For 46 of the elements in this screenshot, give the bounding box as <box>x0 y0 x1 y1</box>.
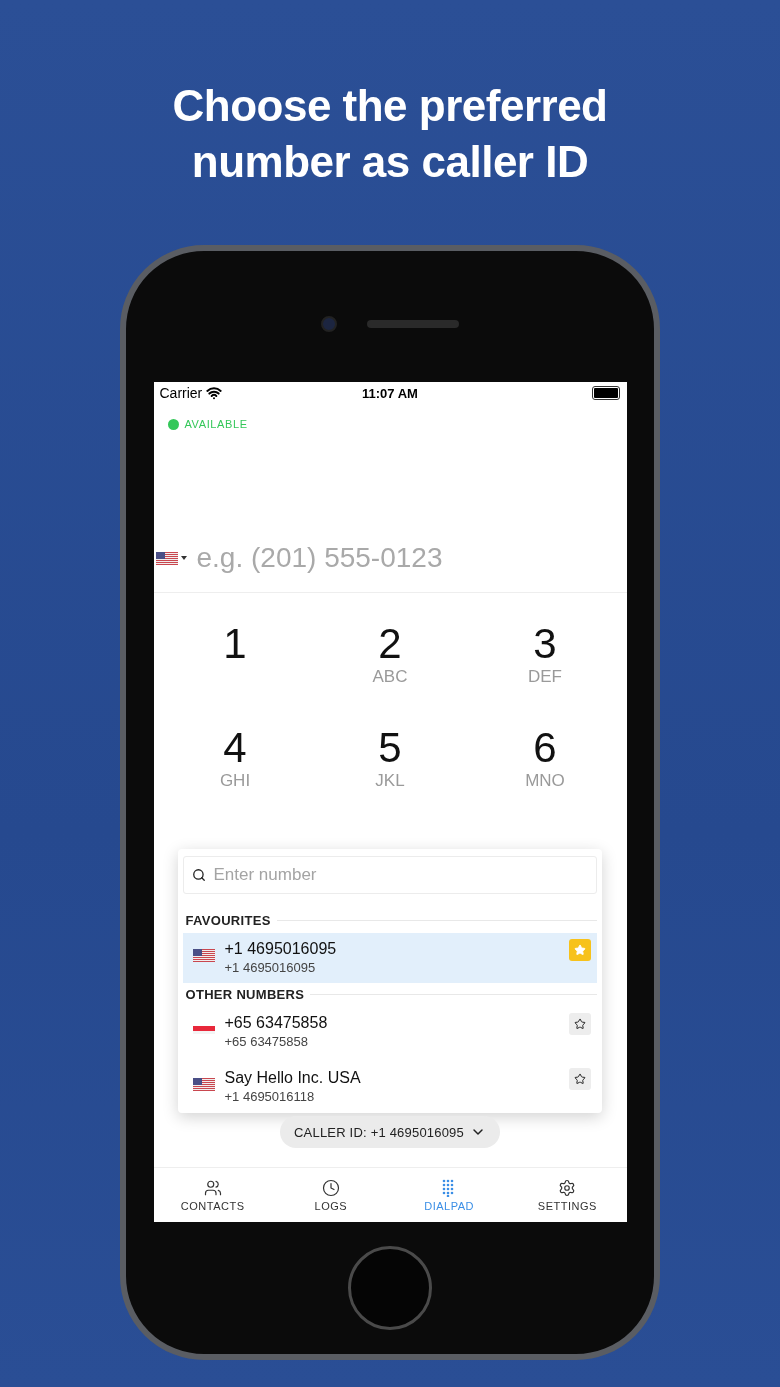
dial-key[interactable]: 3 DEF <box>467 621 623 725</box>
number-value: +1 4695016095 <box>224 960 317 975</box>
tab[interactable]: CONTACTS <box>153 1168 272 1222</box>
battery-icon <box>592 386 621 400</box>
country-picker[interactable] <box>155 551 187 565</box>
settings-icon <box>558 1178 577 1197</box>
favourite-button[interactable] <box>568 1068 591 1090</box>
clock-icon <box>321 1178 340 1197</box>
number-row[interactable]: +1 4695016095 +1 4695016095 <box>182 933 597 983</box>
caret-icon <box>180 556 187 560</box>
tab[interactable]: SETTINGS <box>508 1168 627 1222</box>
carrier-label: Carrier <box>159 385 203 401</box>
number-name: Say Hello Inc. USA <box>224 1069 362 1087</box>
dial-key[interactable]: 5 JKL <box>312 725 468 829</box>
dial-key[interactable]: 6 MNO <box>467 725 623 829</box>
dial-key[interactable]: 4 GHI <box>157 725 313 829</box>
search-icon <box>191 868 206 882</box>
flag-icon <box>192 949 215 962</box>
star-icon <box>573 1018 586 1030</box>
people-icon <box>203 1178 222 1197</box>
status-label: AVAILABLE <box>184 418 248 430</box>
speaker-icon <box>367 319 459 328</box>
star-icon <box>573 944 586 956</box>
star-icon <box>573 1073 586 1085</box>
section-title: FAVOURITES <box>185 913 271 928</box>
dial-key[interactable]: 2 ABC <box>312 621 468 725</box>
tab[interactable]: LOGS <box>271 1168 390 1222</box>
number-name: +1 4695016095 <box>224 940 338 958</box>
favourite-button[interactable] <box>568 1013 591 1035</box>
headline: Choose the preferred number as caller ID <box>171 80 609 188</box>
clock-time: 11:07 AM <box>362 385 418 401</box>
tab[interactable]: DIALPAD <box>390 1168 509 1222</box>
number-value: +65 63475858 <box>224 1034 309 1049</box>
section-title: OTHER NUMBERS <box>185 987 305 1002</box>
number-name: +65 63475858 <box>224 1014 329 1032</box>
flag-icon <box>192 1078 215 1091</box>
wifi-icon <box>206 385 223 401</box>
number-row[interactable]: +65 63475858 +65 63475858 <box>182 1007 597 1057</box>
dial-key[interactable]: 1 <box>157 621 313 725</box>
flag-icon <box>155 551 178 565</box>
number-value: +1 4695016118 <box>224 1089 316 1104</box>
caller-id-button[interactable]: CALLER ID: +1 4695016095 <box>280 1116 500 1148</box>
camera-icon <box>321 315 337 332</box>
number-row[interactable]: Say Hello Inc. USA +1 4695016118 <box>182 1062 597 1112</box>
search-field[interactable]: Enter number <box>182 856 597 894</box>
flag-icon <box>192 1023 215 1036</box>
